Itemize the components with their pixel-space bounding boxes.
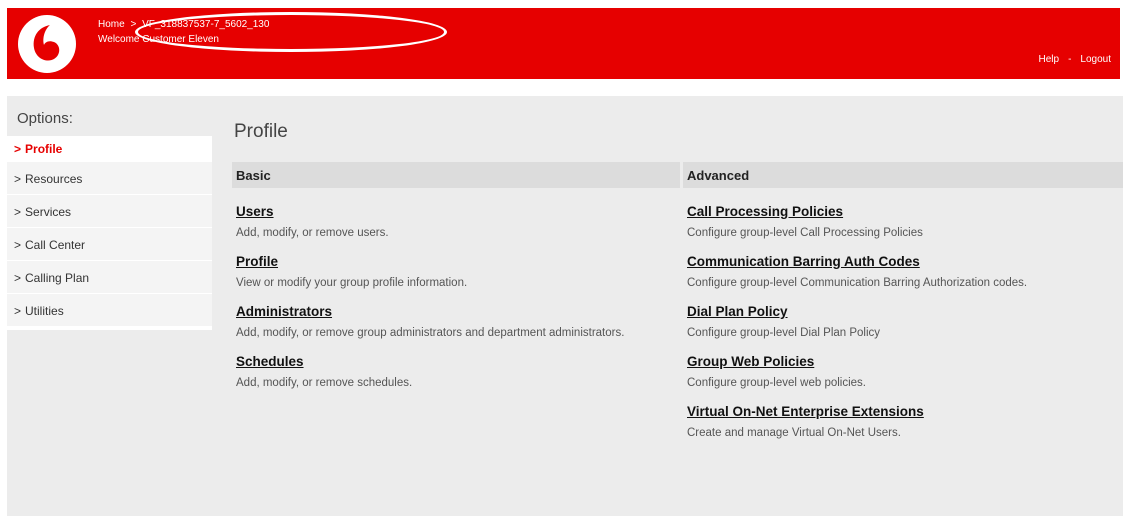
entry-description: Add, modify, or remove group administrat… (236, 327, 625, 339)
list-item: Communication Barring Auth Codes Configu… (683, 253, 1123, 293)
sidebar-item-profile[interactable]: > Profile (7, 136, 212, 162)
vodafone-logo[interactable] (17, 14, 77, 74)
chevron-right-icon: > (14, 142, 22, 156)
sidebar-background (7, 330, 212, 516)
entry-description: Configure group-level Call Processing Po… (687, 227, 923, 239)
sidebar-item-utilities[interactable]: > Utilities (7, 294, 212, 327)
help-link[interactable]: Help (1038, 54, 1059, 65)
chevron-right-icon: > (14, 304, 22, 318)
administrators-link[interactable]: Administrators (236, 304, 332, 319)
chevron-right-icon: > (14, 205, 22, 219)
advanced-column: Advanced Call Processing Policies Config… (683, 162, 1123, 443)
virtual-on-net-enterprise-extensions-link[interactable]: Virtual On-Net Enterprise Extensions (687, 404, 924, 419)
chevron-right-icon: > (14, 238, 22, 252)
sidebar-item-label: Resources (25, 172, 83, 186)
page-title: Profile (234, 121, 288, 142)
sidebar-item-label: Utilities (25, 304, 64, 318)
basic-column: Basic Users Add, modify, or remove users… (232, 162, 680, 393)
advanced-section-header: Advanced (683, 162, 1123, 188)
sidebar-item-call-center[interactable]: > Call Center (7, 228, 212, 261)
call-processing-policies-link[interactable]: Call Processing Policies (687, 204, 843, 219)
breadcrumb-home-link[interactable]: Home (98, 19, 125, 30)
options-title: Options: (7, 96, 212, 136)
sidebar-item-services[interactable]: > Services (7, 195, 212, 228)
entry-description: Configure group-level Communication Barr… (687, 277, 1028, 289)
header-links: Help - Logout (1038, 54, 1111, 65)
sidebar-item-resources[interactable]: > Resources (7, 162, 212, 195)
sidebar-item-label: Calling Plan (25, 271, 90, 285)
entry-description: Add, modify, or remove schedules. (236, 377, 413, 389)
top-header-bar: Home > VF_318837537-7_5602_130 Welcome C… (7, 8, 1120, 79)
dial-plan-policy-link[interactable]: Dial Plan Policy (687, 304, 788, 319)
entry-description: View or modify your group profile inform… (236, 277, 468, 289)
sidebar-item-calling-plan[interactable]: > Calling Plan (7, 261, 212, 294)
list-item: Call Processing Policies Configure group… (683, 203, 1123, 243)
options-sidebar: Options: > Profile > Resources > Services >… (7, 96, 212, 327)
profile-link[interactable]: Profile (236, 254, 278, 269)
group-web-policies-link[interactable]: Group Web Policies (687, 354, 814, 369)
main-content: Profile Basic Users Add, modify, or remo… (212, 96, 1123, 516)
entry-description: Configure group-level Dial Plan Policy (687, 327, 881, 339)
entry-description: Create and manage Virtual On-Net Users. (687, 427, 901, 439)
basic-section-header: Basic (232, 162, 680, 188)
list-item: Virtual On-Net Enterprise Extensions Cre… (683, 403, 1123, 443)
chevron-right-icon: > (14, 172, 22, 186)
communication-barring-auth-codes-link[interactable]: Communication Barring Auth Codes (687, 254, 920, 269)
logout-link[interactable]: Logout (1080, 54, 1111, 65)
header-link-separator: - (1068, 54, 1072, 65)
sidebar-item-label: Call Center (25, 238, 86, 252)
sidebar-item-label: Services (25, 205, 72, 219)
list-item: Users Add, modify, or remove users. (232, 203, 680, 243)
schedules-link[interactable]: Schedules (236, 354, 304, 369)
list-item: Dial Plan Policy Configure group-level D… (683, 303, 1123, 343)
list-item: Administrators Add, modify, or remove gr… (232, 303, 680, 343)
chevron-right-icon: > (14, 271, 22, 285)
users-link[interactable]: Users (236, 204, 274, 219)
highlight-annotation-ellipse (135, 12, 447, 52)
list-item: Group Web Policies Configure group-level… (683, 353, 1123, 393)
list-item: Schedules Add, modify, or remove schedul… (232, 353, 680, 393)
entry-description: Configure group-level web policies. (687, 377, 866, 389)
list-item: Profile View or modify your group profil… (232, 253, 680, 293)
entry-description: Add, modify, or remove users. (236, 227, 389, 239)
sidebar-item-label: Profile (25, 142, 63, 156)
